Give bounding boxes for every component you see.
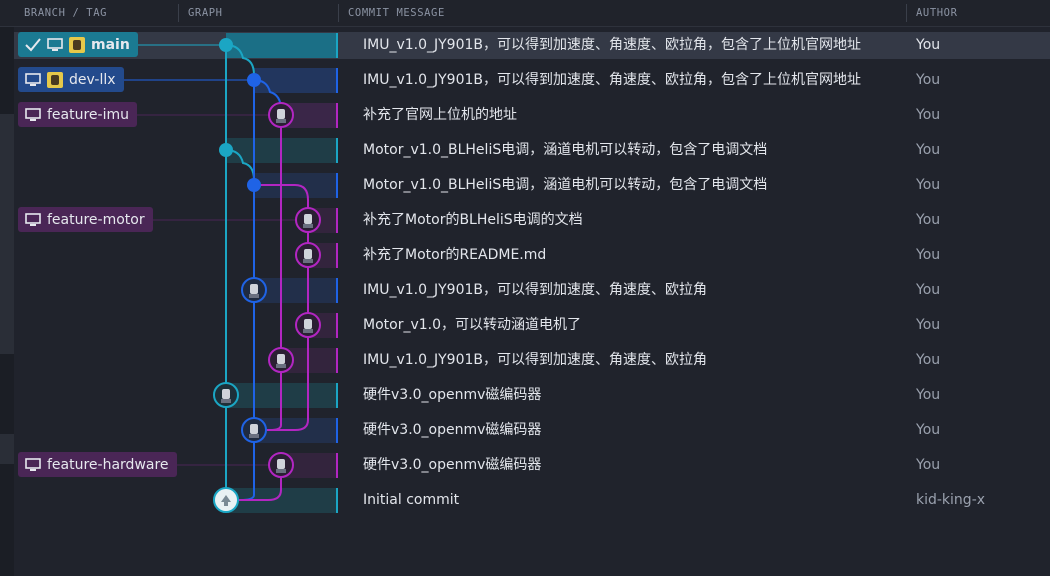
header-author[interactable]: AUTHOR bbox=[906, 0, 1050, 26]
commit-author: You bbox=[916, 352, 941, 368]
commit-row[interactable]: Motor_v1.0_BLHeliS电调，涵道电机可以转动，包含了电调文档 Yo… bbox=[14, 168, 1050, 203]
commit-author: You bbox=[916, 457, 941, 473]
commit-row[interactable]: Motor_v1.0_BLHeliS电调，涵道电机可以转动，包含了电调文档 Yo… bbox=[14, 133, 1050, 168]
commit-message: 补充了官网上位机的地址 bbox=[363, 107, 517, 123]
commit-message: Motor_v1.0_BLHeliS电调，涵道电机可以转动，包含了电调文档 bbox=[363, 142, 768, 158]
commit-author: You bbox=[916, 37, 941, 53]
commit-row[interactable]: 硬件v3.0_openmv磁编码器 You bbox=[14, 448, 1050, 483]
commit-author: You bbox=[916, 72, 941, 88]
commit-row[interactable]: 补充了Motor的README.md You bbox=[14, 238, 1050, 273]
commit-message: 硬件v3.0_openmv磁编码器 bbox=[363, 387, 542, 403]
commit-row[interactable]: IMU_v1.0_JY901B，可以得到加速度、角速度、欧拉角，包含了上位机官网… bbox=[14, 28, 1050, 63]
commit-row[interactable]: 补充了官网上位机的地址 You bbox=[14, 98, 1050, 133]
header-commit-message[interactable]: COMMIT MESSAGE bbox=[338, 0, 904, 26]
commit-author: You bbox=[916, 142, 941, 158]
header-graph[interactable]: GRAPH bbox=[178, 0, 338, 26]
commit-author: You bbox=[916, 422, 941, 438]
commit-row[interactable]: Initial commit kid-king-x bbox=[14, 483, 1050, 518]
commit-message: IMU_v1.0_JY901B，可以得到加速度、角速度、欧拉角，包含了上位机官网… bbox=[363, 72, 862, 88]
commit-row[interactable]: 补充了Motor的BLHeliS电调的文档 You bbox=[14, 203, 1050, 238]
commit-row[interactable]: IMU_v1.0_JY901B，可以得到加速度、角速度、欧拉角 You bbox=[14, 273, 1050, 308]
commit-message: IMU_v1.0_JY901B，可以得到加速度、角速度、欧拉角，包含了上位机官网… bbox=[363, 37, 862, 53]
commit-message: 硬件v3.0_openmv磁编码器 bbox=[363, 457, 542, 473]
commit-message: IMU_v1.0_JY901B，可以得到加速度、角速度、欧拉角 bbox=[363, 282, 708, 298]
commit-author: You bbox=[916, 247, 941, 263]
commit-message: Initial commit bbox=[363, 492, 460, 508]
commit-message: 补充了Motor的BLHeliS电调的文档 bbox=[363, 212, 583, 228]
commit-author: You bbox=[916, 387, 941, 403]
commit-row[interactable]: IMU_v1.0_JY901B，可以得到加速度、角速度、欧拉角 You bbox=[14, 343, 1050, 378]
commit-row[interactable]: 硬件v3.0_openmv磁编码器 You bbox=[14, 378, 1050, 413]
commit-message: 硬件v3.0_openmv磁编码器 bbox=[363, 422, 542, 438]
commit-author: You bbox=[916, 212, 941, 228]
commit-author: You bbox=[916, 107, 941, 123]
commit-row[interactable]: Motor_v1.0，可以转动涵道电机了 You bbox=[14, 308, 1050, 343]
commit-author: You bbox=[916, 282, 941, 298]
commit-message: Motor_v1.0_BLHeliS电调，涵道电机可以转动，包含了电调文档 bbox=[363, 177, 768, 193]
commit-author: kid-king-x bbox=[916, 492, 986, 508]
commit-message: Motor_v1.0，可以转动涵道电机了 bbox=[363, 317, 582, 333]
commit-message: IMU_v1.0_JY901B，可以得到加速度、角速度、欧拉角 bbox=[363, 352, 708, 368]
commit-author: You bbox=[916, 177, 941, 193]
commit-message: 补充了Motor的README.md bbox=[363, 247, 547, 263]
column-header-bar: BRANCH / TAG GRAPH COMMIT MESSAGE AUTHOR bbox=[0, 0, 1050, 27]
commit-row[interactable]: IMU_v1.0_JY901B，可以得到加速度、角速度、欧拉角，包含了上位机官网… bbox=[14, 63, 1050, 98]
commit-author: You bbox=[916, 317, 941, 333]
commit-row[interactable]: 硬件v3.0_openmv磁编码器 You bbox=[14, 413, 1050, 448]
header-branch-tag[interactable]: BRANCH / TAG bbox=[14, 0, 180, 26]
